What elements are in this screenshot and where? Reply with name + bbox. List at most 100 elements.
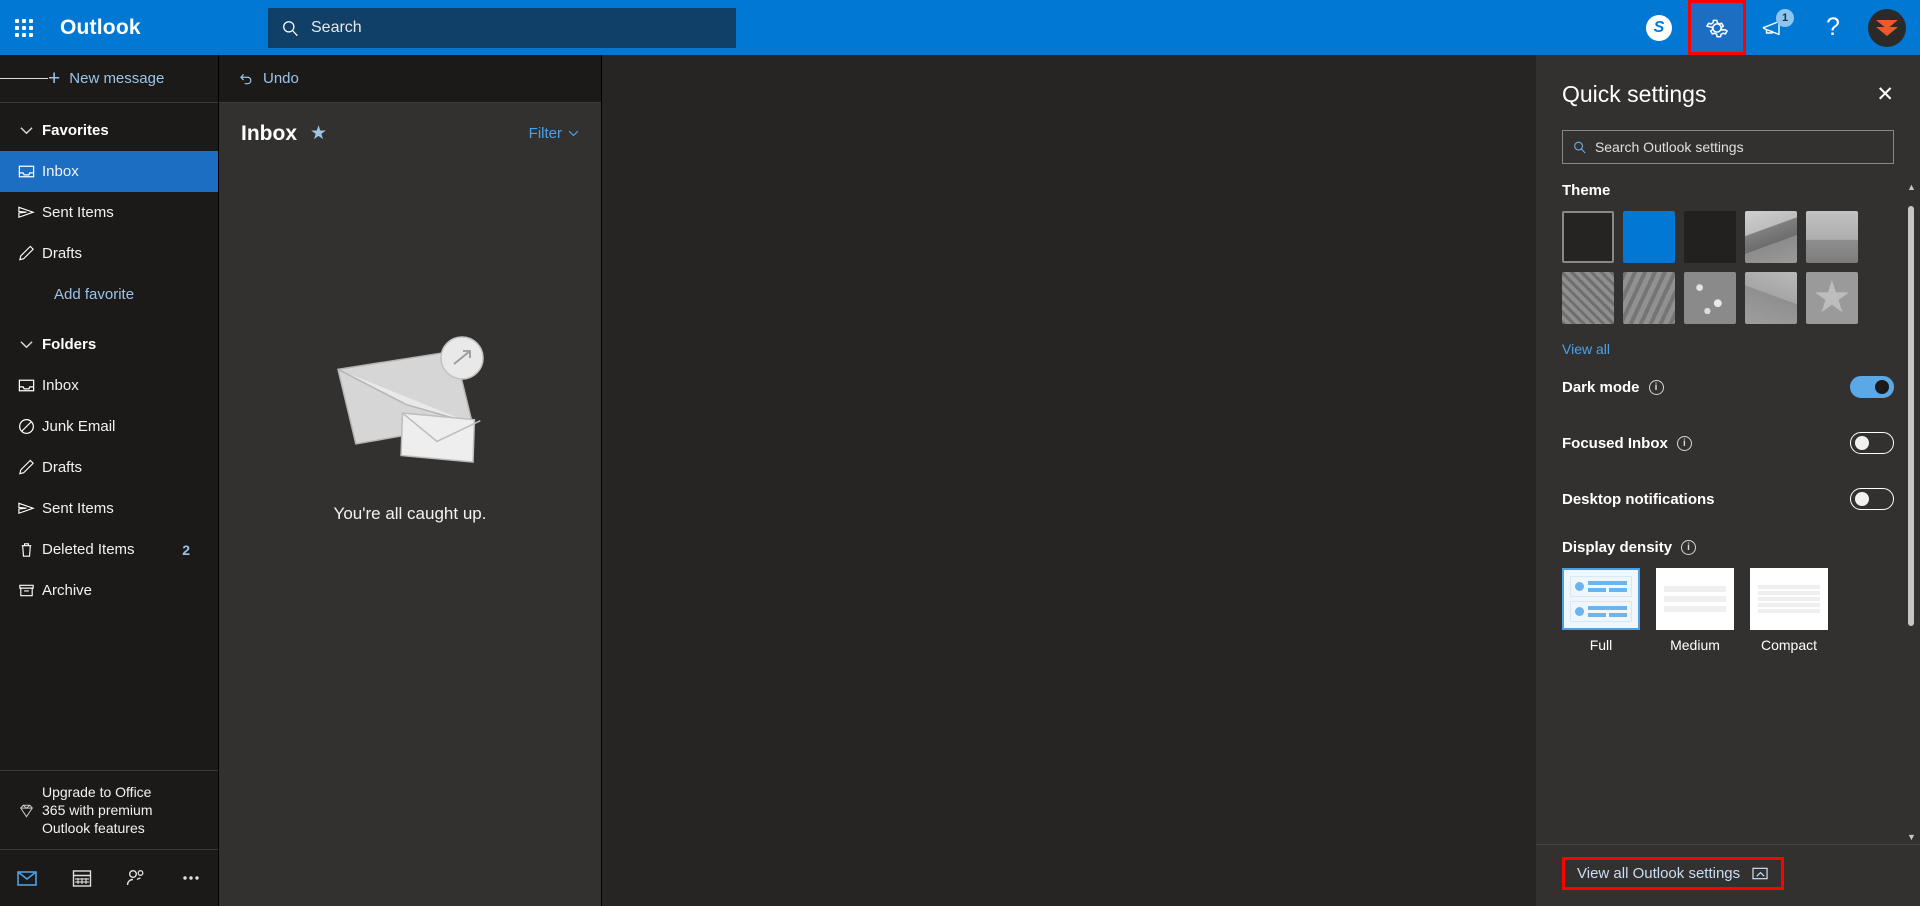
sidebar-item-folders-junk[interactable]: Junk Email [0, 406, 218, 447]
message-list-header: Inbox ★ Filter [219, 103, 601, 164]
sidebar-item-label: Junk Email [42, 418, 116, 435]
brand-title[interactable]: Outlook [60, 16, 141, 40]
dark-mode-row: Dark mode i [1562, 359, 1894, 415]
open-new-window-icon [1752, 867, 1768, 880]
app-launcher-button[interactable] [0, 0, 48, 55]
density-option-full[interactable]: Full [1562, 568, 1640, 653]
close-icon[interactable]: ✕ [1876, 84, 1894, 105]
scrollbar-thumb[interactable] [1908, 206, 1914, 626]
filter-label: Filter [528, 125, 562, 142]
theme-swatch-elevation[interactable] [1623, 272, 1675, 324]
hamburger-icon-line [16, 77, 32, 80]
dark-mode-label-wrap: Dark mode i [1562, 379, 1664, 396]
dark-mode-toggle[interactable] [1850, 376, 1894, 398]
new-message-label: New message [69, 70, 165, 87]
view-all-outlook-settings-button[interactable]: View all Outlook settings [1562, 857, 1785, 890]
account-manager-button[interactable] [1862, 0, 1920, 55]
theme-swatch-default-dark[interactable] [1562, 211, 1614, 263]
desktop-notifications-label-wrap: Desktop notifications [1562, 491, 1715, 508]
density-option-label: Compact [1760, 637, 1818, 653]
settings-scrollbar[interactable]: ▲ ▼ [1907, 182, 1916, 844]
density-preview-full [1562, 568, 1640, 630]
sidebar-item-favorites-inbox[interactable]: Inbox [0, 151, 218, 192]
scroll-down-arrow-icon[interactable]: ▼ [1907, 832, 1916, 842]
sidebar-item-favorites-sent[interactable]: Sent Items [0, 192, 218, 233]
sidebar-item-label: Sent Items [42, 204, 114, 221]
theme-view-all-link[interactable]: View all [1562, 341, 1610, 357]
preview-line [1609, 613, 1627, 617]
module-mail-button[interactable] [0, 866, 55, 890]
new-message-button[interactable]: + New message [48, 68, 164, 89]
folders-group-header[interactable]: Folders [0, 323, 218, 365]
focused-inbox-toggle[interactable] [1850, 432, 1894, 454]
favorite-star-icon[interactable]: ★ [310, 122, 327, 145]
settings-button[interactable] [1688, 0, 1746, 55]
theme-swatch-black[interactable] [1684, 211, 1736, 263]
office365-upgrade-promo[interactable]: Upgrade to Office 365 with premium Outlo… [0, 770, 218, 850]
preview-line [1609, 588, 1627, 592]
module-calendar-button[interactable] [55, 866, 110, 890]
scroll-up-arrow-icon[interactable]: ▲ [1907, 182, 1916, 192]
plus-icon: + [48, 67, 61, 90]
sidebar-item-label: Deleted Items [42, 541, 135, 558]
theme-swatch-grid: ★ [1562, 211, 1894, 324]
module-people-button[interactable] [109, 866, 164, 890]
density-option-compact[interactable]: Compact [1750, 568, 1828, 653]
avatar-dot [1575, 582, 1584, 591]
info-icon[interactable]: i [1681, 540, 1697, 555]
help-button[interactable]: ? [1804, 0, 1862, 55]
theme-swatch-mountain[interactable] [1745, 211, 1797, 263]
density-preview-medium [1656, 568, 1734, 630]
sidebar-item-folders-inbox[interactable]: Inbox [0, 365, 218, 406]
sidebar-item-folders-deleted[interactable]: Deleted Items 2 [0, 529, 218, 570]
search-icon [282, 20, 299, 37]
sidebar-item-folders-archive[interactable]: Archive [0, 570, 218, 611]
favorites-group-header[interactable]: Favorites [0, 109, 218, 151]
add-favorite-button[interactable]: Add favorite [0, 274, 218, 315]
add-favorite-label: Add favorite [54, 286, 135, 303]
message-center-button[interactable]: 1 [1746, 0, 1804, 55]
avatar [1868, 8, 1906, 47]
undo-label: Undo [263, 70, 299, 87]
desktop-notifications-toggle[interactable] [1850, 488, 1894, 510]
global-search[interactable] [268, 8, 736, 48]
density-option-label: Medium [1670, 637, 1720, 653]
theme-swatch-star[interactable]: ★ [1806, 272, 1858, 324]
sidebar-item-folders-drafts[interactable]: Drafts [0, 447, 218, 488]
folders-label: Folders [42, 335, 97, 353]
filter-button[interactable]: Filter [529, 125, 579, 142]
preview-lines [1588, 581, 1627, 592]
skype-button[interactable]: S [1630, 0, 1688, 55]
theme-swatch-bokeh[interactable] [1684, 272, 1736, 324]
theme-swatch-circuit[interactable] [1562, 272, 1614, 324]
preview-bar-wrap [1758, 603, 1820, 607]
undo-button[interactable]: Undo [237, 70, 299, 87]
sidebar-item-folders-sent[interactable]: Sent Items [0, 488, 218, 529]
nav-toggle-button[interactable] [0, 75, 48, 82]
new-message-row: + New message [0, 55, 218, 103]
block-icon [10, 417, 42, 436]
theme-swatch-curves[interactable] [1745, 272, 1797, 324]
density-preview-card [1570, 576, 1632, 597]
sidebar-item-label: Drafts [42, 459, 83, 476]
density-label: Display density [1562, 539, 1673, 556]
search-input[interactable] [311, 19, 722, 37]
density-option-medium[interactable]: Medium [1656, 568, 1734, 653]
help-icon: ? [1826, 13, 1840, 41]
avatar-dot [1575, 607, 1584, 616]
folder-tree: Favorites Inbox Sent Items Drafts Add fa… [0, 103, 218, 770]
sidebar-item-favorites-drafts[interactable]: Drafts [0, 233, 218, 274]
info-icon[interactable]: i [1676, 435, 1692, 451]
theme-label: Theme [1562, 182, 1611, 199]
empty-state-text: You're all caught up. [333, 504, 487, 523]
quick-settings-footer: View all Outlook settings [1536, 844, 1920, 906]
preview-line-pair [1588, 613, 1627, 617]
info-icon[interactable]: i [1648, 379, 1664, 395]
module-more-button[interactable] [164, 873, 219, 883]
settings-search[interactable] [1562, 130, 1894, 164]
theme-swatch-palm-trees[interactable] [1806, 211, 1858, 263]
ellipsis-icon [183, 876, 199, 880]
settings-search-input[interactable] [1594, 139, 1883, 155]
sidebar-item-label: Inbox [42, 163, 79, 180]
theme-swatch-blue[interactable] [1623, 211, 1675, 263]
